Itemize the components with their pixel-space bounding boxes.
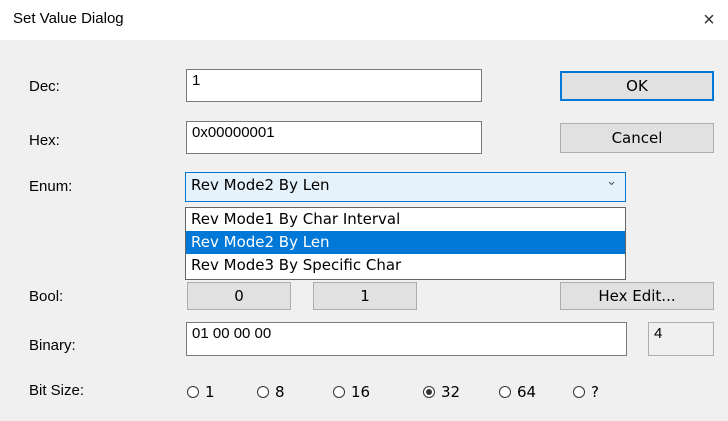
radio-circle[interactable]	[499, 386, 511, 398]
radio-circle[interactable]	[333, 386, 345, 398]
chevron-down-icon[interactable]: ⌄	[606, 174, 617, 189]
enum-label: Enum:	[29, 178, 73, 195]
hex-edit-button[interactable]: Hex Edit...	[560, 282, 714, 310]
bitsize-radio-16[interactable]: 16	[333, 383, 370, 401]
bitsize-radio-unknown[interactable]: ?	[573, 383, 599, 401]
enum-dropdown-list[interactable]: Rev Mode1 By Char Interval Rev Mode2 By …	[185, 207, 626, 280]
hex-label: Hex:	[29, 132, 60, 149]
binary-input[interactable]: 01 00 00 00	[186, 322, 627, 356]
bitsize-radio-32[interactable]: 32	[423, 383, 460, 401]
title-bar: Set Value Dialog ×	[0, 0, 728, 40]
radio-circle-checked[interactable]	[423, 386, 435, 398]
hex-input[interactable]: 0x00000001	[186, 121, 482, 154]
enum-selected-value: Rev Mode2 By Len	[191, 176, 330, 194]
binary-length-field: 4	[648, 322, 714, 356]
bitsize-radio-1[interactable]: 1	[187, 383, 215, 401]
radio-circle[interactable]	[187, 386, 199, 398]
bitsize-option-label: 64	[517, 383, 537, 401]
binary-label: Binary:	[29, 337, 76, 354]
bitsize-option-label: 1	[205, 383, 215, 401]
enum-option[interactable]: Rev Mode1 By Char Interval	[186, 208, 625, 231]
close-icon[interactable]: ×	[694, 6, 724, 34]
bitsize-label: Bit Size:	[29, 382, 85, 399]
bitsize-radio-64[interactable]: 64	[499, 383, 536, 401]
window-title: Set Value Dialog	[13, 10, 124, 27]
ok-button[interactable]: OK	[560, 71, 714, 101]
bitsize-radio-8[interactable]: 8	[257, 383, 285, 401]
enum-combobox[interactable]: Rev Mode2 By Len ⌄	[185, 172, 626, 202]
cancel-button[interactable]: Cancel	[560, 123, 714, 153]
bitsize-option-label: 32	[441, 383, 461, 401]
radio-circle[interactable]	[573, 386, 585, 398]
bitsize-option-label: ?	[591, 383, 599, 401]
radio-circle[interactable]	[257, 386, 269, 398]
bitsize-option-label: 8	[275, 383, 285, 401]
bool-label: Bool:	[29, 288, 64, 305]
bool-false-button[interactable]: 0	[187, 282, 291, 310]
bitsize-option-label: 16	[351, 383, 371, 401]
dec-input[interactable]: 1	[186, 69, 482, 102]
enum-option[interactable]: Rev Mode3 By Specific Char	[186, 254, 625, 277]
dec-label: Dec:	[29, 78, 60, 95]
bool-true-button[interactable]: 1	[313, 282, 417, 310]
enum-option-selected[interactable]: Rev Mode2 By Len	[186, 231, 625, 254]
